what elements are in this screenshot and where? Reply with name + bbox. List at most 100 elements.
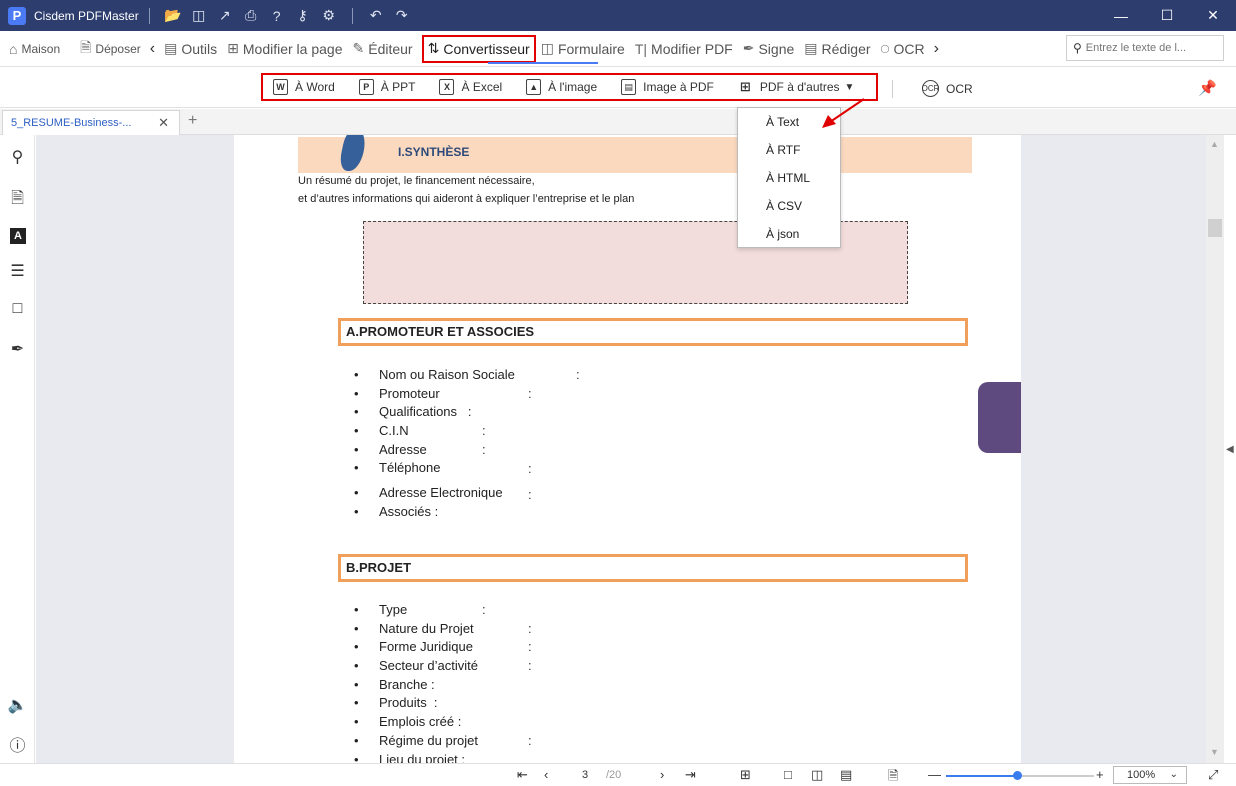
word-icon: W <box>273 79 288 95</box>
to-image-button[interactable]: ▲ À l'image <box>526 79 597 95</box>
field-colon: : <box>528 461 532 476</box>
ocr-toolbar-button[interactable]: ◯ OCR <box>876 35 930 63</box>
field-colon: : <box>528 658 532 673</box>
redact-button[interactable]: ▤ Rédiger <box>799 35 875 63</box>
close-tab-icon[interactable]: ✕ <box>158 115 169 131</box>
field-colon: : <box>482 602 486 617</box>
image-to-pdf-label: Image à PDF <box>643 80 714 94</box>
outline-list-icon[interactable]: ☰ <box>0 261 35 281</box>
scroll-down-icon[interactable]: ▼ <box>1210 747 1219 757</box>
undo-icon[interactable]: ↶ <box>363 6 389 26</box>
two-page-icon[interactable]: ◫ <box>811 767 823 783</box>
to-image-label: À l'image <box>548 80 598 94</box>
scroll-right-chevron-icon[interactable]: › <box>930 40 943 58</box>
speaker-icon[interactable]: 🔈 <box>0 695 35 715</box>
to-ppt-button[interactable]: P À PPT <box>358 79 415 95</box>
list-item: Nature du Projet <box>352 620 478 639</box>
sign-button[interactable]: ✒ Signe <box>738 35 800 63</box>
modify-pdf-label: Modifier PDF <box>651 40 733 57</box>
menu-item-to-html[interactable]: À HTML <box>738 164 840 192</box>
next-page-icon[interactable]: › <box>660 767 664 782</box>
previous-page-icon[interactable]: ‹ <box>544 767 548 782</box>
caret-down-icon: ▼ <box>844 81 855 93</box>
fullscreen-icon[interactable]: ⤢ <box>1208 767 1218 783</box>
field-colon: : <box>482 423 486 438</box>
text-panel-icon[interactable]: A <box>10 228 26 244</box>
search-box[interactable]: ⚲ <box>1066 35 1224 61</box>
tools-button[interactable]: ▤ Outils <box>159 35 222 63</box>
current-page-number[interactable]: 3 <box>582 769 588 781</box>
print-icon[interactable]: ⎙ <box>238 6 264 26</box>
image-to-pdf-icon: ▤ <box>621 79 637 95</box>
menu-item-to-json[interactable]: À json <box>738 220 840 248</box>
image-to-pdf-button[interactable]: ▤ Image à PDF <box>621 79 714 95</box>
pdf-to-others-button[interactable]: ⊞ PDF à d'autres ▼ <box>738 79 855 95</box>
editor-button[interactable]: ✎ Éditeur <box>348 35 418 63</box>
page-thumbnail-icon[interactable]: 🗎 <box>0 187 35 214</box>
search-input[interactable] <box>1085 42 1216 54</box>
share-icon[interactable]: ↗ <box>212 6 238 26</box>
scrollbar-thumb[interactable] <box>1208 219 1222 237</box>
sign-label: Signe <box>758 40 795 57</box>
menu-item-to-rtf[interactable]: À RTF <box>738 136 840 164</box>
key-icon[interactable]: ⚷ <box>290 6 316 26</box>
document-tab[interactable]: 5_RESUME-Business-... ✕ <box>2 110 180 135</box>
search-panel-icon[interactable]: ⚲ <box>0 147 35 167</box>
list-item: Régime du projet <box>352 732 478 751</box>
main-toolbar: ⌂ Maison 🗎 Déposer ‹ ▤ Outils ⊞ Modifier… <box>0 31 1236 67</box>
list-item: Adresse Electronique <box>352 484 515 503</box>
ocr-button[interactable]: OCR OCR <box>922 80 973 97</box>
vertical-scrollbar[interactable]: ▲ ▼ <box>1206 135 1224 763</box>
help-icon[interactable]: ? <box>264 6 290 26</box>
form-icon: ◫ <box>540 40 554 56</box>
side-panel-tab[interactable] <box>978 382 1021 453</box>
redo-icon[interactable]: ↷ <box>389 6 415 26</box>
subtoolbar-divider <box>892 80 893 98</box>
zoom-out-icon[interactable]: — <box>928 767 941 782</box>
expand-right-panel-icon[interactable]: ◀ <box>1226 444 1234 455</box>
last-page-icon[interactable]: ⇥ <box>685 767 696 783</box>
minimize-button[interactable]: — <box>1098 0 1144 31</box>
zoom-in-icon[interactable]: + <box>1096 767 1104 782</box>
scroll-up-icon[interactable]: ▲ <box>1210 139 1219 149</box>
zoom-level-select[interactable]: 100% ⌄ <box>1113 766 1187 784</box>
to-word-label: À Word <box>295 80 335 94</box>
modify-pdf-button[interactable]: T| Modifier PDF <box>630 35 738 63</box>
text-cursor-icon: T| <box>634 40 648 57</box>
to-excel-button[interactable]: X À Excel <box>439 79 502 95</box>
home-button[interactable]: ⌂ Maison <box>4 35 65 63</box>
form-label: Formulaire <box>557 40 625 57</box>
app-logo: P <box>8 6 26 25</box>
synthesis-title: I.SYNTHÈSE <box>398 145 470 159</box>
field-colon: : <box>528 621 532 636</box>
fit-width-icon[interactable]: ⊞ <box>740 767 751 783</box>
zoom-slider-knob[interactable] <box>1013 771 1023 780</box>
menu-item-to-csv[interactable]: À CSV <box>738 192 840 220</box>
folder-open-icon[interactable]: 📂 <box>160 6 186 26</box>
field-colon: : <box>528 487 532 502</box>
first-page-icon[interactable]: ⇤ <box>517 767 528 783</box>
settings-icon[interactable]: ⚙ <box>316 6 342 26</box>
converter-button[interactable]: ⇅ Convertisseur <box>421 34 536 63</box>
maximize-button[interactable]: ☐ <box>1144 0 1190 31</box>
to-word-button[interactable]: W À Word <box>273 79 335 95</box>
scroll-left-chevron-icon[interactable]: ‹ <box>146 40 159 58</box>
signature-icon[interactable]: ✒ <box>0 339 35 359</box>
page-extract-icon[interactable]: 🗎 <box>888 767 898 786</box>
pin-icon[interactable]: 📌 <box>1198 79 1217 97</box>
save-icon[interactable]: ◫ <box>186 6 212 26</box>
drop-button[interactable]: 🗎 Déposer <box>75 35 146 63</box>
ocr-label: OCR <box>946 81 973 96</box>
add-tab-icon[interactable]: + <box>188 112 197 130</box>
bookmark-icon[interactable]: □ <box>0 300 35 318</box>
field-colon: : <box>528 639 532 654</box>
modify-page-button[interactable]: ⊞ Modifier la page <box>222 35 347 63</box>
list-item: Nom ou Raison Sociale <box>352 366 515 385</box>
form-button[interactable]: ◫ Formulaire <box>536 35 630 63</box>
single-page-icon[interactable]: □ <box>784 767 792 782</box>
continuous-page-icon[interactable]: ▤ <box>840 767 852 783</box>
close-window-button[interactable]: ✕ <box>1190 0 1236 31</box>
zoom-slider[interactable] <box>946 771 1094 780</box>
total-pages: /20 <box>606 769 622 781</box>
info-icon[interactable]: ⓘ <box>0 732 35 756</box>
